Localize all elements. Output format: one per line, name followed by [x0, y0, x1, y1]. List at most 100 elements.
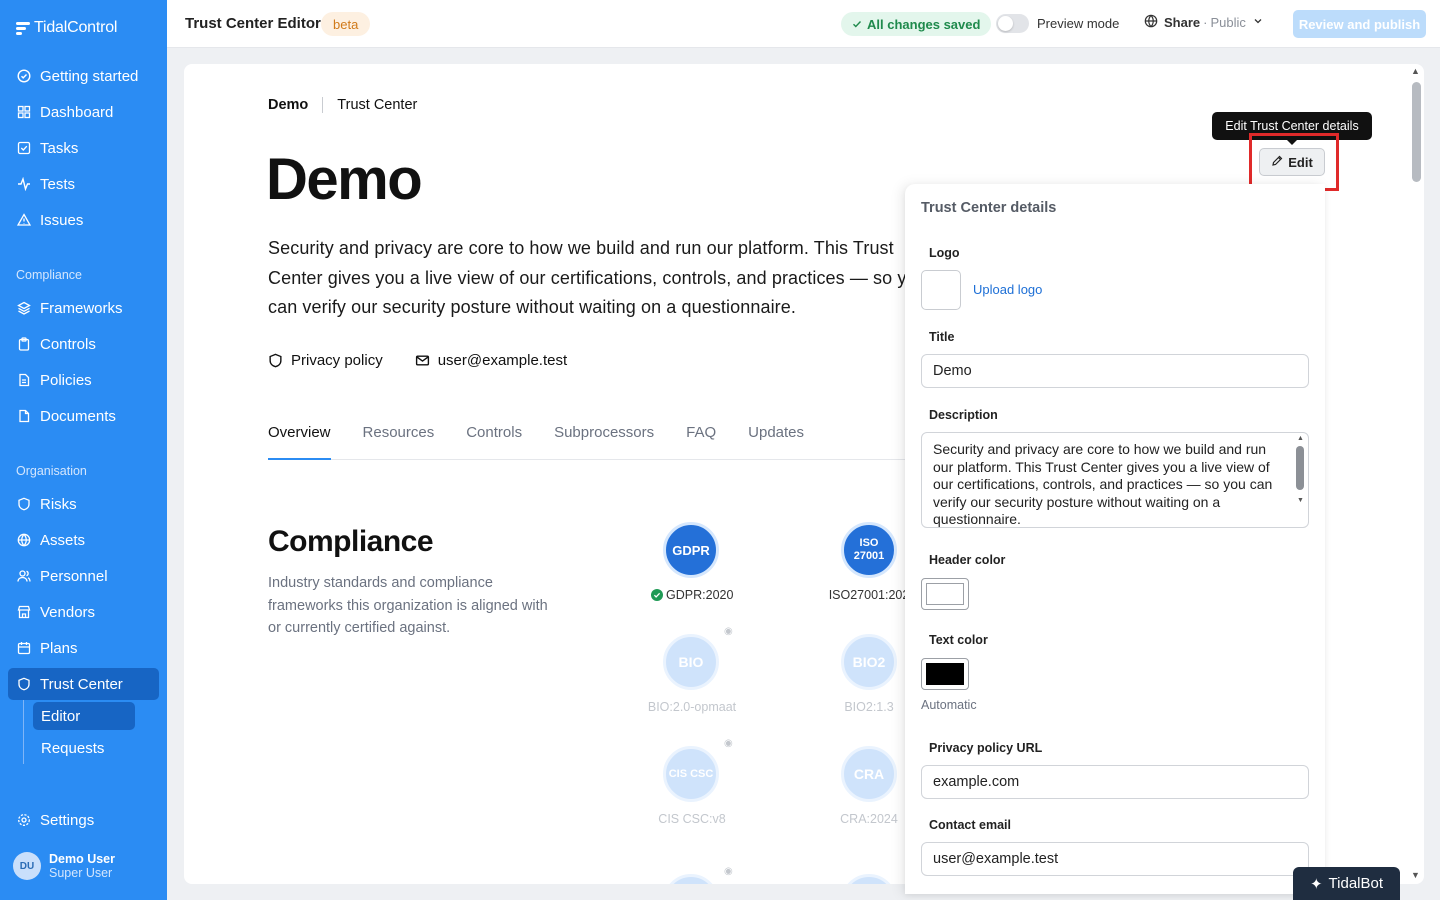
nav-sub-editor[interactable]: Editor — [33, 702, 135, 730]
framework-label-gdpr: GDPR:2020 — [622, 588, 762, 602]
breadcrumb: Demo Trust Center — [268, 97, 417, 113]
scroll-down-icon[interactable]: ▼ — [1297, 497, 1304, 504]
breadcrumb-org[interactable]: Demo — [268, 97, 308, 113]
nav-label: Tasks — [40, 139, 79, 157]
textarea-scrollbar[interactable] — [1296, 446, 1304, 490]
framework-badge-bio2[interactable]: BIO2 — [841, 634, 897, 690]
tidalbot-button[interactable]: ✦ TidalBot — [1293, 867, 1400, 900]
shield-icon — [16, 497, 31, 512]
nav-frameworks[interactable]: Frameworks — [8, 292, 159, 324]
content-tabs: Overview Resources Controls Subprocessor… — [268, 424, 918, 460]
nav-risks[interactable]: Risks — [8, 488, 159, 520]
nav-label: Vendors — [40, 603, 96, 621]
nav-dashboard[interactable]: Dashboard — [8, 96, 159, 128]
layers-icon — [16, 301, 31, 316]
check-icon — [852, 17, 862, 32]
privacy-url-label: Privacy policy URL — [929, 741, 1043, 755]
privacy-policy-link[interactable]: Privacy policy — [268, 352, 383, 369]
breadcrumb-page[interactable]: Trust Center — [337, 97, 417, 113]
eye-off-icon[interactable]: ◉ — [724, 866, 733, 877]
trust-center-description: Security and privacy are core to how we … — [268, 238, 927, 317]
framework-badge-cra[interactable]: CRA — [841, 746, 897, 802]
scroll-down-icon[interactable]: ▼ — [1411, 870, 1420, 880]
nav-issues[interactable]: Issues — [8, 204, 159, 236]
tab-overview[interactable]: Overview — [268, 424, 331, 460]
verified-icon — [650, 588, 663, 602]
description-textarea[interactable]: Security and privacy are core to how we … — [921, 432, 1309, 528]
nav-vendors[interactable]: Vendors — [8, 596, 159, 628]
clipboard-icon — [16, 337, 31, 352]
header-color-label: Header color — [929, 553, 1006, 567]
trust-center-details-panel: Trust Center details Logo Upload logo Ti… — [905, 184, 1325, 894]
framework-badge-bio[interactable]: BIO — [663, 634, 719, 690]
document-icon — [16, 373, 31, 388]
nav-label: Tests — [40, 175, 76, 193]
nav-personnel[interactable]: Personnel — [8, 560, 159, 592]
nav-documents[interactable]: Documents — [8, 400, 159, 432]
nav-getting-started[interactable]: Getting started — [8, 60, 159, 92]
nav-label: Documents — [40, 407, 116, 425]
nav-tests[interactable]: Tests — [8, 168, 159, 200]
chevron-down-icon — [1252, 15, 1264, 30]
framework-badge-cis[interactable]: CIS CSC — [663, 746, 719, 802]
tab-subprocessors[interactable]: Subprocessors — [554, 424, 654, 460]
nav-trust-center[interactable]: Trust Center — [8, 668, 159, 700]
share-label: Share — [1164, 15, 1201, 30]
scroll-up-icon[interactable]: ▲ — [1297, 435, 1304, 442]
panel-title: Trust Center details — [921, 200, 1057, 216]
sparkle-icon: ✦ — [1309, 875, 1323, 893]
tab-controls[interactable]: Controls — [466, 424, 522, 460]
nav-tasks[interactable]: Tasks — [8, 132, 159, 164]
preview-mode-label: Preview mode — [1037, 16, 1120, 31]
nav-label: Dashboard — [40, 103, 114, 121]
nav-plans[interactable]: Plans — [8, 632, 159, 664]
brand-logo[interactable]: Tidal Control — [16, 17, 117, 39]
save-status-badge: All changes saved — [841, 12, 992, 36]
tab-resources[interactable]: Resources — [363, 424, 435, 460]
sub-nav-line — [23, 700, 24, 764]
save-status-label: All changes saved — [867, 16, 981, 32]
title-input[interactable]: Demo — [921, 354, 1309, 388]
scroll-up-icon[interactable]: ▲ — [1411, 66, 1420, 76]
logo-label: Logo — [929, 246, 960, 260]
checkbox-icon — [16, 141, 31, 156]
nav-sub-requests[interactable]: Requests — [33, 734, 135, 762]
framework-badge-gdpr[interactable]: GDPR — [663, 522, 719, 578]
tab-updates[interactable]: Updates — [748, 424, 804, 460]
pulse-icon — [16, 177, 31, 192]
logo-preview[interactable] — [921, 270, 961, 310]
framework-badge-more[interactable] — [663, 874, 719, 884]
gear-icon — [16, 813, 31, 828]
framework-badge-more[interactable] — [841, 874, 897, 884]
nav-label: Risks — [40, 495, 77, 513]
brand-name-bold: Control — [67, 19, 118, 36]
preview-mode-toggle[interactable] — [996, 14, 1029, 33]
logo-icon — [16, 21, 30, 35]
shield-icon — [16, 677, 31, 692]
privacy-url-input[interactable]: example.com — [921, 765, 1309, 799]
avatar: DU — [13, 852, 41, 880]
globe-icon — [16, 533, 31, 548]
page-scrollbar[interactable] — [1410, 66, 1422, 882]
nav-label: Settings — [40, 811, 95, 829]
framework-badge-iso27001[interactable]: ISO 27001 — [841, 522, 897, 578]
upload-logo-button[interactable]: Upload logo — [973, 282, 1042, 297]
review-publish-button[interactable]: Review and publish — [1293, 10, 1426, 38]
contact-email-link[interactable]: user@example.test — [415, 352, 567, 369]
store-icon — [16, 605, 31, 620]
user-profile[interactable]: DU Demo User Super User — [13, 852, 115, 880]
nav-controls[interactable]: Controls — [8, 328, 159, 360]
header-color-swatch — [926, 583, 964, 605]
nav-settings[interactable]: Settings — [8, 804, 159, 836]
nav-section-compliance: Compliance — [16, 268, 83, 282]
tab-faq[interactable]: FAQ — [686, 424, 716, 460]
text-color-picker[interactable] — [921, 658, 969, 690]
header-color-picker[interactable] — [921, 578, 969, 610]
share-dropdown[interactable]: Share · Public — [1144, 14, 1264, 31]
eye-off-icon[interactable]: ◉ — [724, 738, 733, 749]
nav-assets[interactable]: Assets — [8, 524, 159, 556]
scrollbar-thumb[interactable] — [1412, 82, 1421, 182]
eye-off-icon[interactable]: ◉ — [724, 626, 733, 637]
contact-email-input[interactable]: user@example.test — [921, 842, 1309, 876]
nav-policies[interactable]: Policies — [8, 364, 159, 396]
